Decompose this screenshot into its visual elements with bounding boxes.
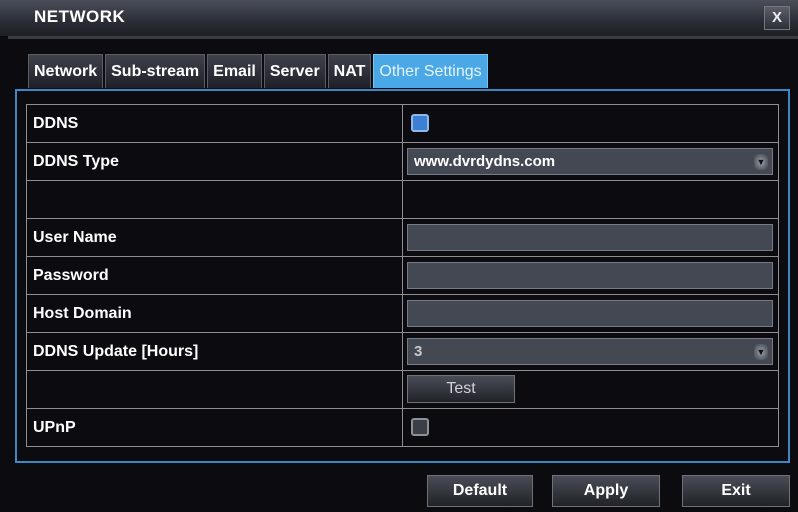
row-host-domain: Host Domain [27,295,779,333]
ddns-checkbox[interactable] [411,114,429,132]
tab-email[interactable]: Email [207,54,262,88]
tab-server[interactable]: Server [263,54,326,88]
test-button[interactable]: Test [407,375,515,403]
upnp-checkbox[interactable] [411,418,429,436]
title-divider [8,36,798,39]
ddns-update-label: DDNS Update [Hours] [27,333,403,370]
row-ddns-update: DDNS Update [Hours] 3 ▼ [27,333,779,371]
user-name-input[interactable] [407,224,773,251]
close-button[interactable]: X [764,6,790,30]
ddns-label: DDNS [27,105,403,142]
exit-button[interactable]: Exit [682,475,790,507]
ddns-type-value: www.dvrdydns.com [414,153,556,170]
window-title: NETWORK [34,7,126,26]
tab-other-settings[interactable]: Other Settings [373,54,488,88]
apply-button[interactable]: Apply [552,475,660,507]
ddns-update-value: 3 [414,343,423,360]
row-ddns-type: DDNS Type www.dvrdydns.com ▼ [27,143,779,181]
host-domain-input[interactable] [407,300,773,327]
ddns-type-label: DDNS Type [27,143,403,180]
default-button[interactable]: Default [427,475,533,507]
host-domain-label: Host Domain [27,295,403,332]
password-label: Password [27,257,403,294]
row-test: Test [27,371,779,409]
settings-table: DDNS DDNS Type www.dvrdydns.com ▼ User N… [26,104,779,447]
user-name-label: User Name [27,219,403,256]
row-upnp: UPnP [27,409,779,447]
row-ddns: DDNS [27,105,779,143]
ddns-update-select[interactable]: 3 ▼ [407,338,773,365]
ddns-type-select[interactable]: www.dvrdydns.com ▼ [407,148,773,175]
dropdown-arrow-icon: ▼ [754,344,768,360]
tab-nat[interactable]: NAT [327,54,372,88]
dropdown-arrow-icon: ▼ [754,154,768,170]
row-password: Password [27,257,779,295]
password-input[interactable] [407,262,773,289]
tab-network[interactable]: Network [28,54,104,88]
row-user-name: User Name [27,219,779,257]
row-empty [27,181,779,219]
upnp-label: UPnP [27,409,403,446]
title-bar: NETWORK X [0,0,798,36]
network-dialog: NETWORK X Network Sub-stream Email Serve… [0,0,798,512]
tab-sub-stream[interactable]: Sub-stream [105,54,206,88]
tab-bar: Network Sub-stream Email Server NAT Othe… [28,54,488,90]
